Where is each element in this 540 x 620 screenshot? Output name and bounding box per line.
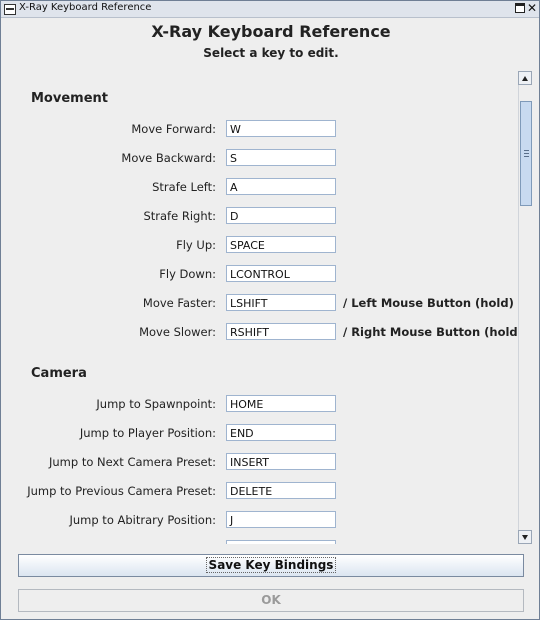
key-binding-field[interactable]: RSHIFT — [226, 323, 336, 340]
key-binding-field[interactable]: D — [226, 207, 336, 224]
mouse-binding-note: / Right Mouse Button (hold) — [343, 325, 523, 339]
app-window: X-Ray Keyboard Reference ✕ X-Ray Keyboar… — [0, 0, 540, 620]
binding-label: Fly Up: — [176, 238, 216, 252]
binding-label: Move Backward: — [121, 151, 216, 165]
key-binding-field[interactable]: DELETE — [226, 482, 336, 499]
key-binding-field[interactable]: SPACE — [226, 236, 336, 253]
scroll-track[interactable] — [518, 85, 532, 530]
maximize-icon[interactable] — [515, 3, 525, 13]
page-title: X-Ray Keyboard Reference — [151, 22, 391, 41]
binding-label: Strafe Left: — [152, 180, 216, 194]
grip-line-icon — [524, 156, 529, 157]
scroll-thumb[interactable] — [520, 101, 532, 206]
title-bar[interactable]: X-Ray Keyboard Reference ✕ — [1, 1, 539, 18]
key-binding-field[interactable]: N — [226, 540, 336, 544]
grip-line-icon — [524, 153, 529, 154]
key-binding-field[interactable]: HOME — [226, 395, 336, 412]
binding-label: Strafe Right: — [143, 209, 216, 223]
binding-label: Fly Down: — [159, 267, 216, 281]
key-bindings-scroll-panel[interactable]: Movement Move Forward: W Move Backward: S Str… — [18, 71, 532, 544]
binding-label: Jump to Spawnpoint: — [96, 397, 216, 411]
key-binding-field[interactable]: J — [226, 511, 336, 528]
window-menu-icon[interactable] — [4, 4, 16, 15]
section-title: Camera — [31, 366, 87, 381]
close-icon[interactable]: ✕ — [527, 2, 537, 14]
binding-label: Move Slower: — [139, 325, 216, 339]
binding-label: Jump to Abitrary Position: — [69, 513, 216, 527]
ok-button[interactable]: OK — [18, 589, 524, 612]
section-title: Movement — [31, 91, 108, 106]
page-subtitle: Select a key to edit. — [203, 46, 339, 60]
window-title: X-Ray Keyboard Reference — [19, 2, 152, 13]
key-binding-field[interactable]: S — [226, 149, 336, 166]
scroll-down-arrow-icon[interactable] — [518, 530, 532, 544]
binding-label: Jump to Next Dimension: — [73, 542, 217, 544]
save-key-bindings-button[interactable]: Save Key Bindings — [18, 554, 524, 577]
vertical-scrollbar[interactable] — [518, 71, 532, 544]
key-binding-field[interactable]: A — [226, 178, 336, 195]
binding-label: Move Forward: — [131, 122, 216, 136]
grip-line-icon — [524, 150, 529, 151]
mouse-binding-note: / Left Mouse Button (hold) — [343, 296, 514, 310]
key-binding-field[interactable]: LCONTROL — [226, 265, 336, 282]
key-binding-field[interactable]: LSHIFT — [226, 294, 336, 311]
save-button-label: Save Key Bindings — [205, 557, 337, 573]
binding-label: Jump to Player Position: — [79, 426, 216, 440]
binding-label: Move Faster: — [142, 296, 216, 310]
key-binding-field[interactable]: INSERT — [226, 453, 336, 470]
scroll-up-arrow-icon[interactable] — [518, 71, 532, 85]
key-binding-field[interactable]: END — [226, 424, 336, 441]
binding-label: Jump to Previous Camera Preset: — [27, 484, 216, 498]
key-binding-field[interactable]: W — [226, 120, 336, 137]
binding-label: Jump to Next Camera Preset: — [48, 455, 216, 469]
